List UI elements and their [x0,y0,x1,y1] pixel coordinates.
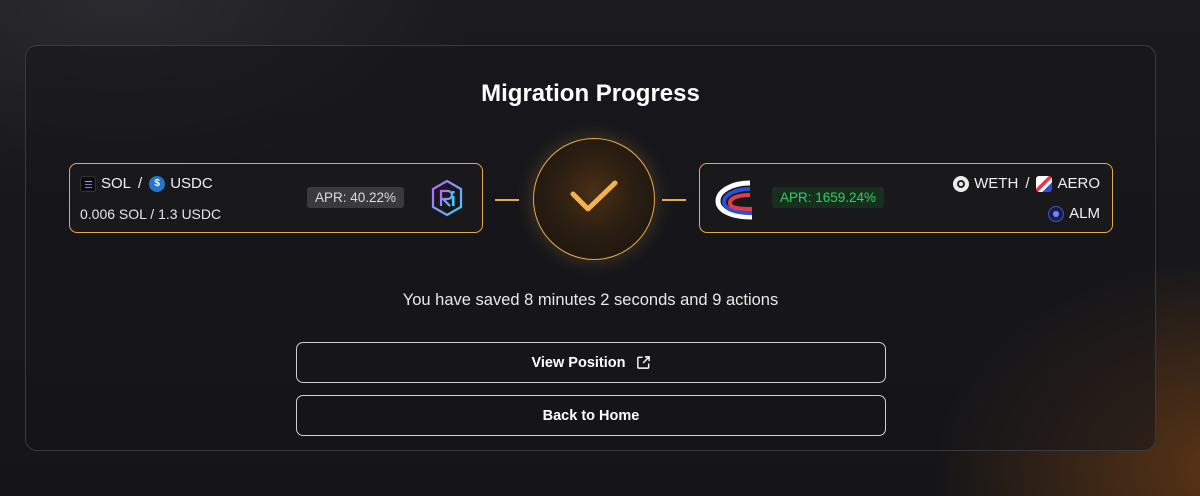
weth-icon [953,175,970,192]
destination-manager-label: ALM [1069,205,1100,222]
left-connector [495,199,519,201]
destination-token-b: AERO [1057,175,1100,192]
view-position-label: View Position [531,354,626,371]
migration-progress-panel: Migration Progress SOL / $ USDC 0.006 SO… [25,45,1156,451]
back-to-home-button[interactable]: Back to Home [296,395,886,436]
destination-position-card: APR: 1659.24% WETH / AERO ALM [699,163,1113,233]
checkmark-icon [570,180,618,212]
raydium-logo-icon [431,179,463,217]
source-token-a: SOL [101,175,132,192]
view-position-button[interactable]: View Position [296,342,886,383]
alm-icon [1048,205,1065,222]
external-link-icon [636,356,650,369]
back-to-home-label: Back to Home [542,407,640,424]
source-pair: SOL / $ USDC [80,175,213,192]
velodrome-logo-icon [715,180,753,220]
pair-separator: / [138,175,143,192]
right-connector [662,199,686,201]
sol-icon [80,175,96,192]
source-token-b: USDC [170,175,213,192]
page-title: Migration Progress [481,80,700,107]
destination-token-a: WETH [974,175,1019,192]
usdc-icon: $ [149,175,166,192]
source-position-card: SOL / $ USDC 0.006 SOL / 1.3 USDC APR: 4… [69,163,483,233]
status-circle [533,138,655,260]
time-saved-text: You have saved 8 minutes 2 seconds and 9… [402,291,779,309]
pair-separator: / [1025,175,1030,192]
destination-apr-badge: APR: 1659.24% [772,187,885,208]
aero-icon [1036,175,1053,192]
source-amount: 0.006 SOL / 1.3 USDC [80,206,222,222]
source-apr-badge: APR: 40.22% [307,187,405,208]
destination-pair: WETH / AERO [953,175,1100,192]
destination-manager: ALM [1048,205,1100,222]
